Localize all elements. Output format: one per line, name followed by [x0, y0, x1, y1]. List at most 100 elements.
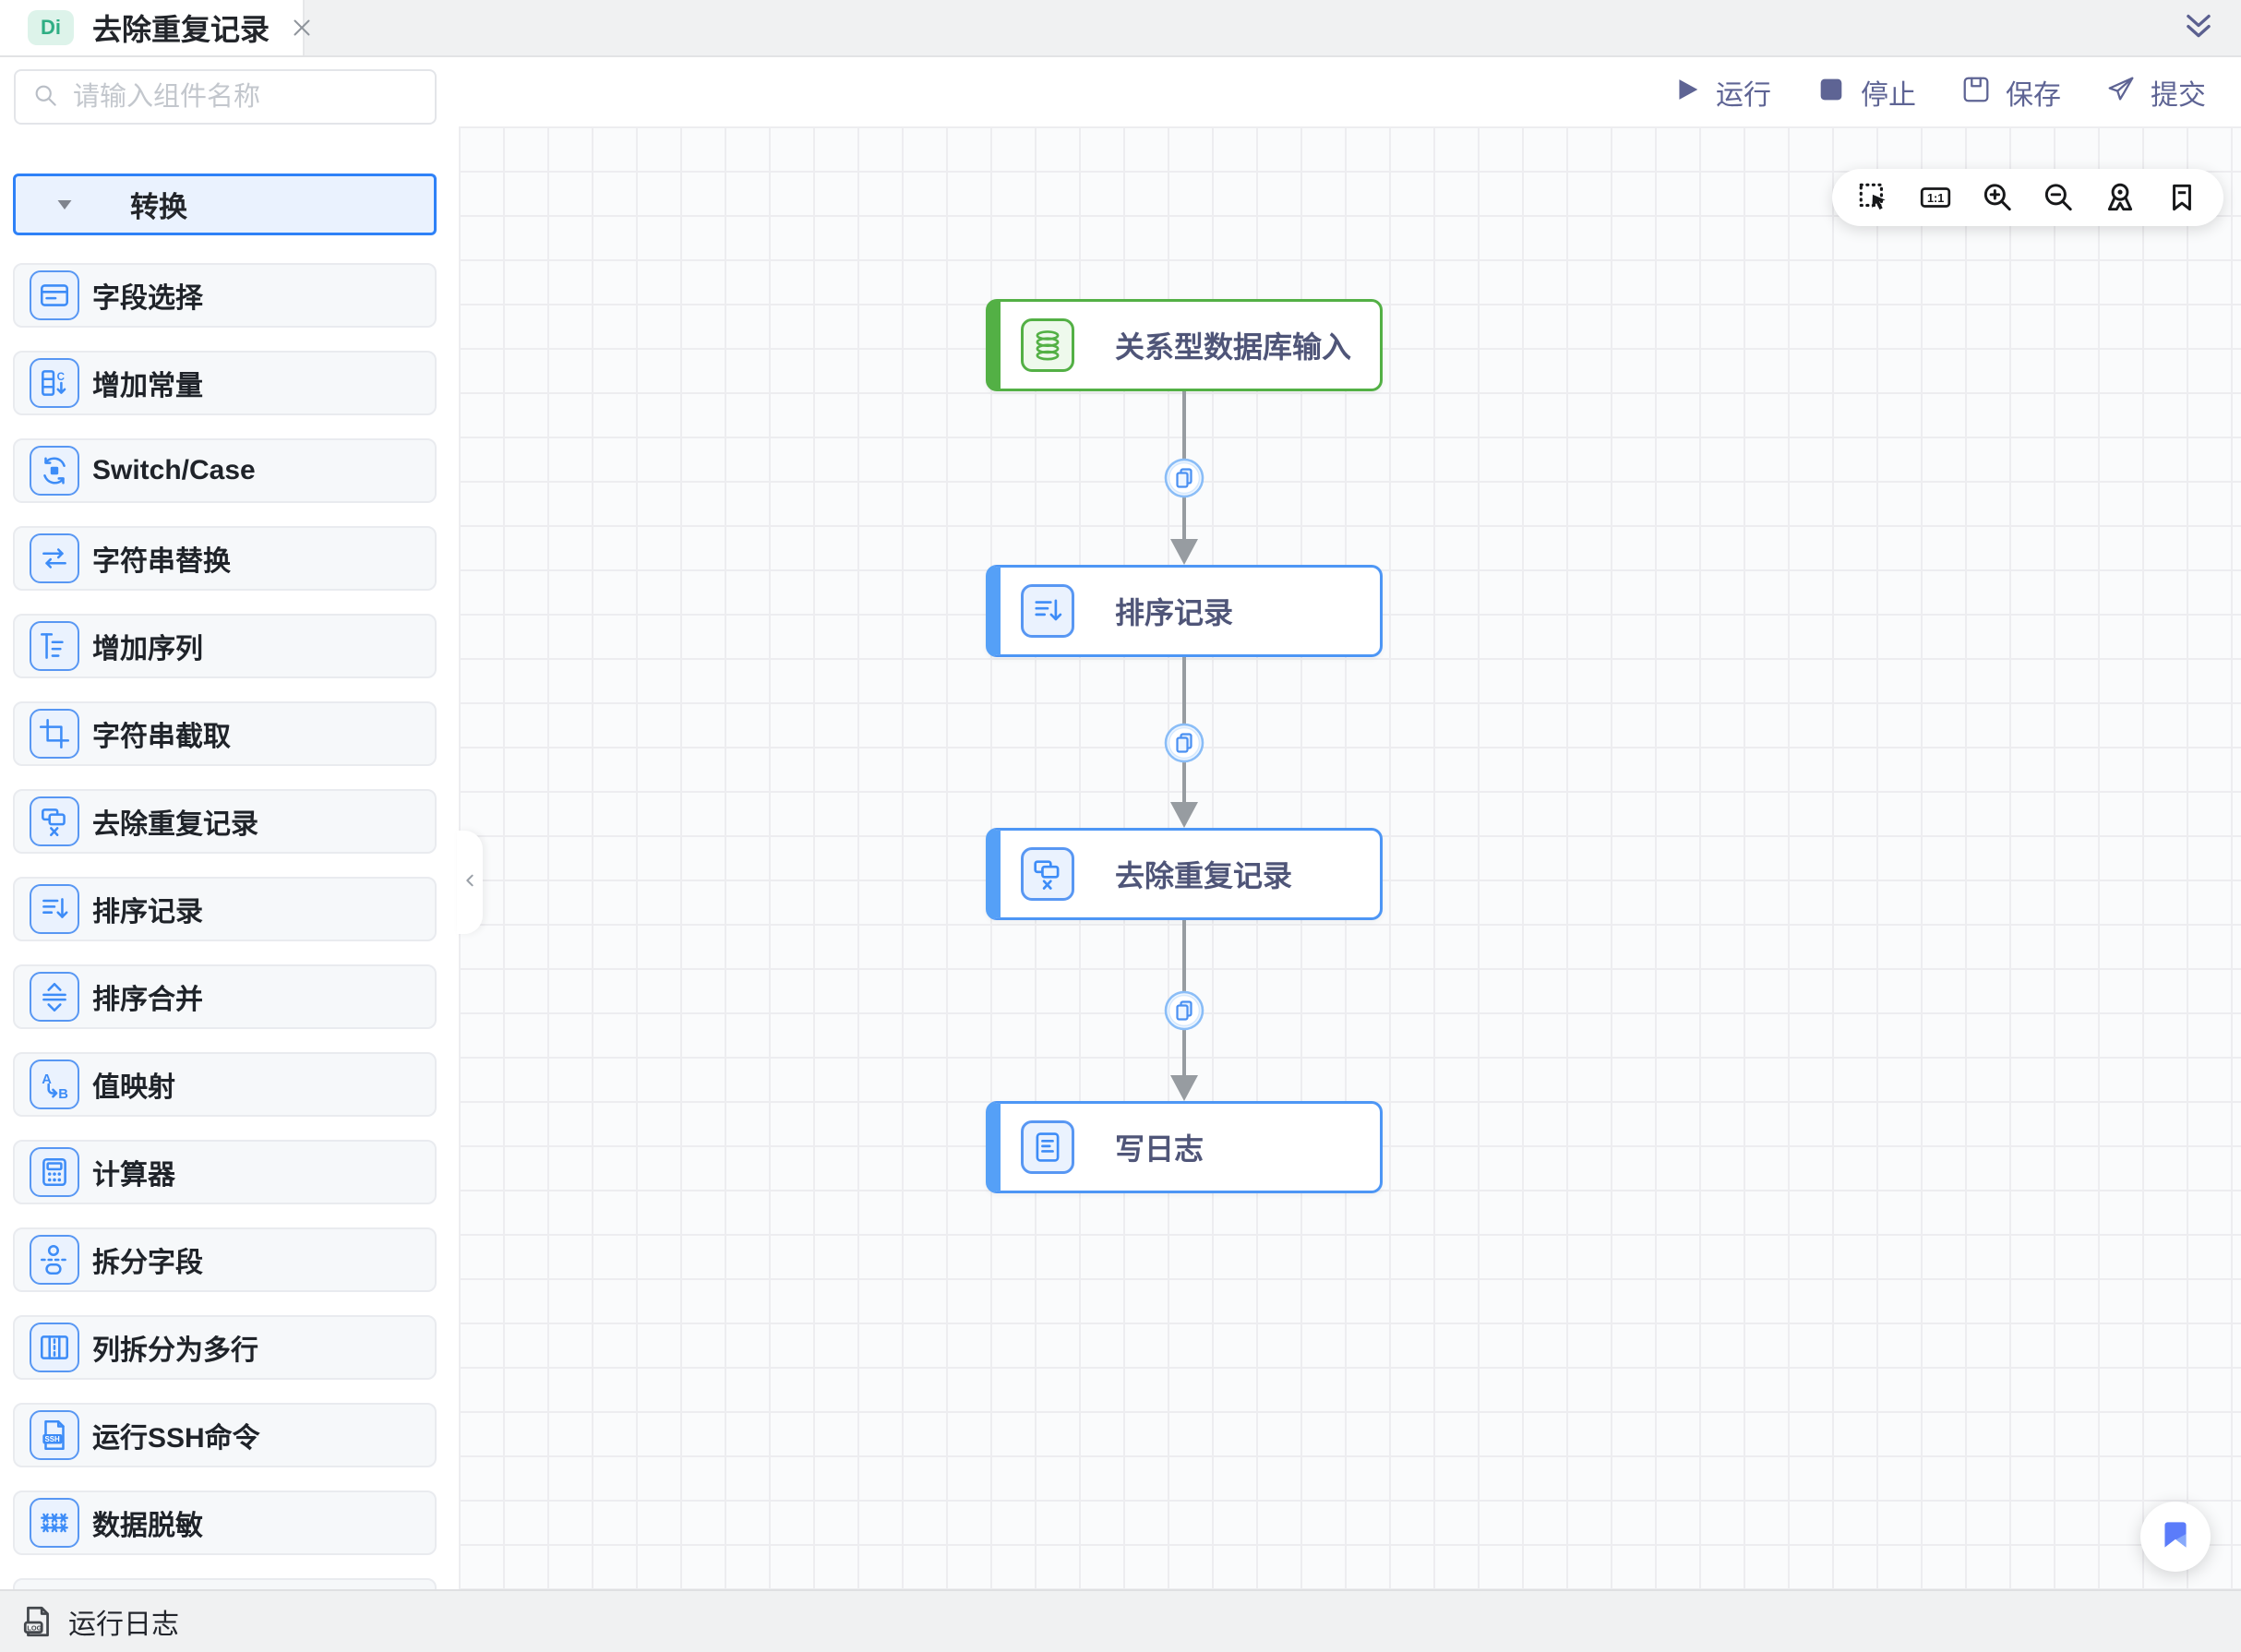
- component-item-2[interactable]: Switch/Case: [13, 438, 437, 503]
- zoom-out-icon[interactable]: [2041, 180, 2076, 215]
- component-item-9[interactable]: AB 值映射: [13, 1052, 437, 1117]
- database-icon: [1021, 318, 1074, 372]
- component-item-label: 列拆分为多行: [92, 1327, 258, 1368]
- component-item-label: Switch/Case: [92, 455, 256, 486]
- di-badge: Di: [28, 10, 74, 45]
- data-mask-icon: [30, 1498, 79, 1548]
- flow-node-2[interactable]: 去除重复记录: [986, 828, 1383, 920]
- bookmark-fab[interactable]: [2140, 1502, 2211, 1572]
- action-bar: 运行 停止 保存 提交: [459, 57, 2241, 126]
- tab-dedupe-records[interactable]: Di 去除重复记录: [0, 0, 305, 55]
- zoom-in-icon[interactable]: [1980, 180, 2015, 215]
- flow-node-0[interactable]: 关系型数据库输入: [986, 299, 1383, 391]
- component-item-label: 排序记录: [92, 889, 203, 929]
- run-button[interactable]: 运行: [1671, 72, 1771, 113]
- flow-node-3[interactable]: 写日志: [986, 1101, 1383, 1193]
- component-item-1[interactable]: C 增加常量: [13, 351, 437, 415]
- string-replace-icon: [30, 533, 79, 583]
- chevron-left-icon: [459, 869, 481, 896]
- locate-icon[interactable]: [2103, 180, 2138, 215]
- bookmark-icon[interactable]: [2164, 180, 2199, 215]
- component-item-4[interactable]: 增加序列: [13, 614, 437, 678]
- component-item-partial[interactable]: [13, 1578, 437, 1589]
- component-item-6[interactable]: 去除重复记录: [13, 789, 437, 854]
- component-item-label: 拆分字段: [92, 1239, 203, 1280]
- component-item-label: 增加常量: [92, 363, 203, 403]
- component-list: 字段选择 C 增加常量 Switch/Case 字符串替换增加序列字符串截取去除重复记录…: [0, 263, 459, 1589]
- close-icon[interactable]: [288, 12, 316, 43]
- edge-copy-badge[interactable]: [1163, 722, 1205, 764]
- run-log-label[interactable]: 运行日志: [68, 1601, 179, 1642]
- play-icon: [1671, 74, 1702, 110]
- dedupe-icon: [1021, 847, 1074, 901]
- canvas-toolbar: 1:1: [1832, 169, 2223, 226]
- component-item-label: 数据脱敏: [92, 1502, 203, 1543]
- dedupe-icon: [30, 796, 79, 846]
- sort-merge-icon: [30, 972, 79, 1022]
- component-item-5[interactable]: 字符串截取: [13, 701, 437, 766]
- save-icon: [1960, 74, 1992, 110]
- main-area: 转换 字段选择 C 增加常量 Switch/Case 字符串替换增加序列字符串截取去除重…: [0, 126, 2241, 1589]
- bottom-bar: LOG 运行日志: [0, 1589, 2241, 1652]
- component-item-7[interactable]: 排序记录: [13, 877, 437, 941]
- split-field-icon: [30, 1235, 79, 1285]
- component-item-label: 值映射: [92, 1064, 175, 1105]
- component-item-13[interactable]: SSH 运行SSH命令: [13, 1403, 437, 1467]
- edge-arrowhead-icon: [1170, 1075, 1198, 1101]
- flow-node-1[interactable]: 排序记录: [986, 565, 1383, 657]
- component-item-0[interactable]: 字段选择: [13, 263, 437, 328]
- component-item-14[interactable]: 数据脱敏: [13, 1490, 437, 1555]
- search-input[interactable]: [73, 82, 421, 113]
- edge-copy-badge[interactable]: [1163, 989, 1205, 1032]
- log-file-icon: LOG: [20, 1604, 55, 1639]
- sort-records-icon: [1021, 584, 1074, 638]
- column-split-icon: [30, 1323, 79, 1372]
- flow-node-label: 关系型数据库输入: [1115, 324, 1351, 366]
- flow-node-label: 写日志: [1115, 1126, 1204, 1168]
- group-label: 转换: [130, 184, 187, 225]
- component-item-8[interactable]: 排序合并: [13, 964, 437, 1029]
- edge-copy-badge[interactable]: [1163, 457, 1205, 499]
- add-sequence-icon: [30, 621, 79, 671]
- component-item-label: 运行SSH命令: [92, 1415, 260, 1455]
- write-log-icon: [1021, 1120, 1074, 1174]
- field-select-icon: [30, 270, 79, 320]
- group-header-transform[interactable]: 转换: [13, 174, 437, 235]
- svg-text:A: A: [42, 1072, 52, 1087]
- calculator-icon: [30, 1147, 79, 1197]
- component-search[interactable]: [14, 69, 437, 125]
- save-button[interactable]: 保存: [1960, 72, 2061, 113]
- add-constant-icon: C: [30, 358, 79, 408]
- component-item-3[interactable]: 字符串替换: [13, 526, 437, 591]
- svg-text:SSH: SSH: [44, 1435, 60, 1443]
- stop-button[interactable]: 停止: [1816, 72, 1916, 113]
- svg-text:B: B: [58, 1087, 68, 1102]
- actual-size-icon[interactable]: 1:1: [1918, 180, 1953, 215]
- value-map-icon: AB: [30, 1059, 79, 1109]
- component-item-label: 字段选择: [92, 275, 203, 316]
- ssh-icon: SSH: [30, 1410, 79, 1460]
- stop-icon: [1816, 74, 1847, 110]
- double-chevron-down-icon[interactable]: [2180, 11, 2217, 48]
- stop-label: 停止: [1861, 72, 1916, 113]
- app-window: Di 去除重复记录 运行 停止 保存: [0, 0, 2241, 1652]
- component-item-11[interactable]: 拆分字段: [13, 1227, 437, 1292]
- header-row: 运行 停止 保存 提交: [0, 57, 2241, 126]
- string-cut-icon: [30, 709, 79, 759]
- component-item-10[interactable]: 计算器: [13, 1140, 437, 1204]
- flow-node-label: 排序记录: [1115, 590, 1233, 632]
- save-label: 保存: [2006, 72, 2061, 113]
- component-palette: 转换 字段选择 C 增加常量 Switch/Case 字符串替换增加序列字符串截取去除重…: [0, 126, 459, 1589]
- search-zone: [0, 57, 459, 126]
- submit-button[interactable]: 提交: [2105, 72, 2206, 113]
- run-label: 运行: [1716, 72, 1771, 113]
- svg-text:LOG: LOG: [27, 1623, 42, 1632]
- component-item-label: 字符串替换: [92, 538, 231, 579]
- marquee-select-icon[interactable]: [1856, 180, 1891, 215]
- component-item-label: 去除重复记录: [92, 801, 258, 842]
- sidebar-collapse-handle[interactable]: [457, 831, 483, 934]
- tab-bar: Di 去除重复记录: [0, 0, 2241, 57]
- switch-case-icon: [30, 446, 79, 496]
- component-item-12[interactable]: 列拆分为多行: [13, 1315, 437, 1380]
- flow-canvas[interactable]: 关系型数据库输入排序记录去除重复记录写日志 1:1: [459, 126, 2241, 1589]
